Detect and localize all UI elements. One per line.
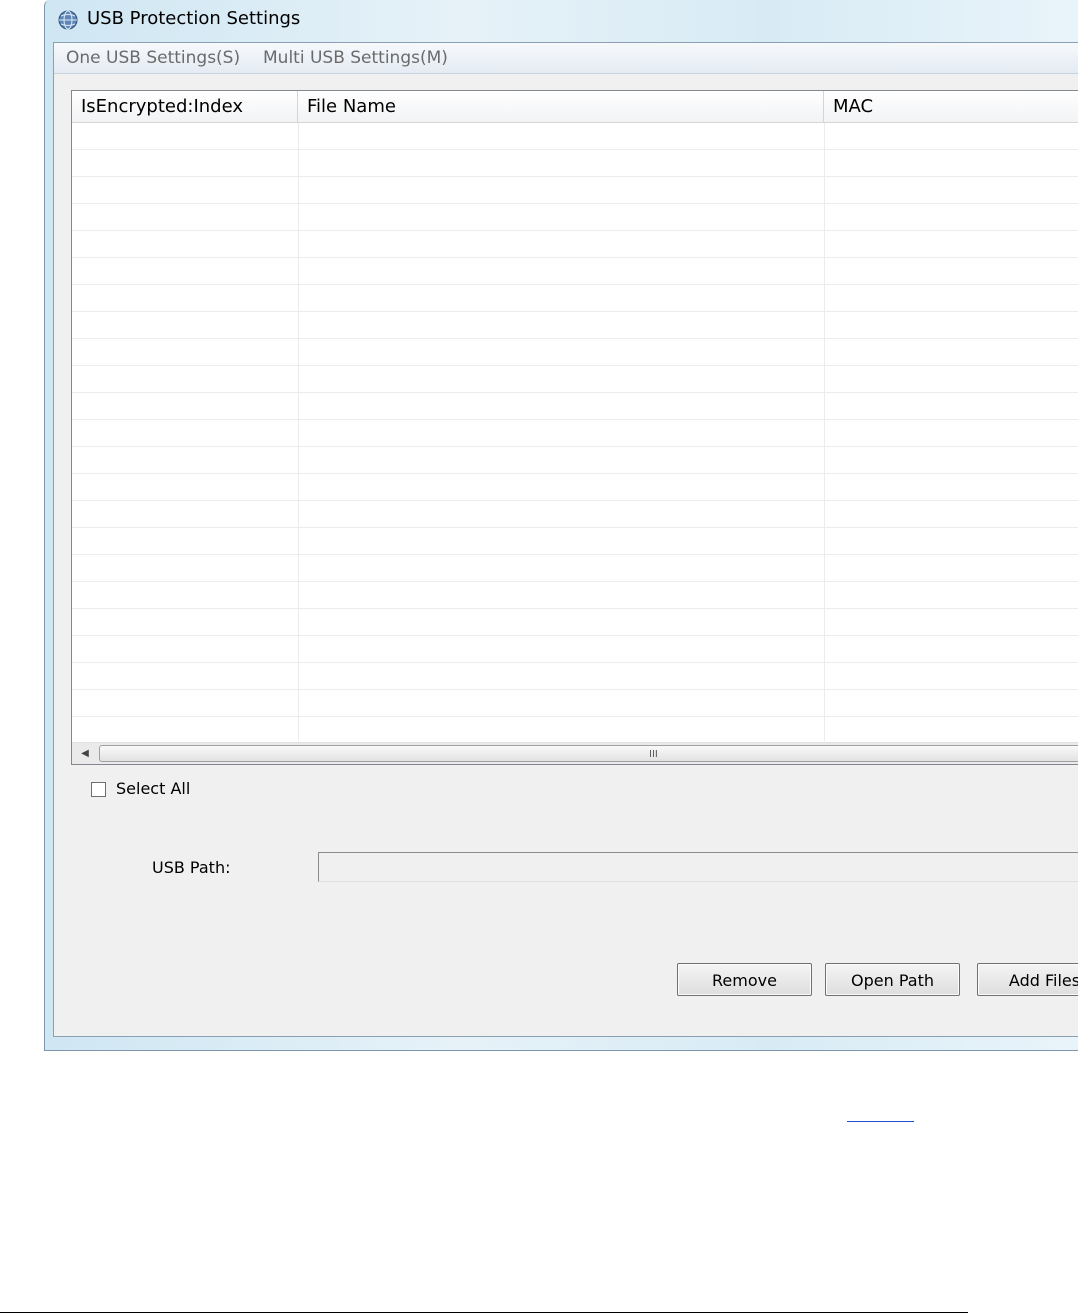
- window-title: USB Protection Settings: [87, 8, 301, 29]
- column-divider: [298, 123, 299, 741]
- list-header: IsEncrypted:Index File Name MAC: [72, 91, 1078, 123]
- file-list-view[interactable]: IsEncrypted:Index File Name MAC ◀ III: [71, 90, 1078, 765]
- horizontal-scrollbar[interactable]: ◀ III: [72, 742, 1078, 764]
- scroll-left-arrow-icon[interactable]: ◀: [74, 745, 96, 762]
- usb-path-label: USB Path:: [152, 858, 231, 877]
- list-body[interactable]: [72, 123, 1078, 741]
- menu-multi-usb-settings[interactable]: Multi USB Settings(M): [263, 48, 448, 68]
- column-header-isencrypted-index[interactable]: IsEncrypted:Index: [72, 91, 298, 122]
- select-all-checkbox[interactable]: [91, 782, 106, 797]
- column-header-file-name[interactable]: File Name: [298, 91, 824, 122]
- client-area: One USB Settings(S) Multi USB Settings(M…: [53, 42, 1078, 1037]
- title-bar[interactable]: USB Protection Settings: [45, 0, 1078, 42]
- scroll-thumb[interactable]: III: [99, 745, 1078, 762]
- footnote-rule: [0, 1312, 968, 1313]
- remove-button[interactable]: Remove: [677, 963, 812, 996]
- add-files-button[interactable]: Add Files: [977, 963, 1078, 996]
- usb-protection-window: USB Protection Settings One USB Settings…: [44, 0, 1078, 1051]
- open-path-button[interactable]: Open Path: [825, 963, 960, 996]
- select-all-label[interactable]: Select All: [116, 779, 190, 798]
- menu-one-usb-settings[interactable]: One USB Settings(S): [66, 48, 240, 68]
- menu-bar: One USB Settings(S) Multi USB Settings(M…: [54, 43, 1078, 74]
- column-header-mac[interactable]: MAC: [824, 91, 1078, 122]
- column-divider: [824, 123, 825, 741]
- app-globe-icon: [58, 10, 78, 30]
- usb-path-input[interactable]: [318, 852, 1078, 882]
- scroll-grip: III: [649, 749, 658, 760]
- hyperlink-underline[interactable]: [847, 1121, 914, 1122]
